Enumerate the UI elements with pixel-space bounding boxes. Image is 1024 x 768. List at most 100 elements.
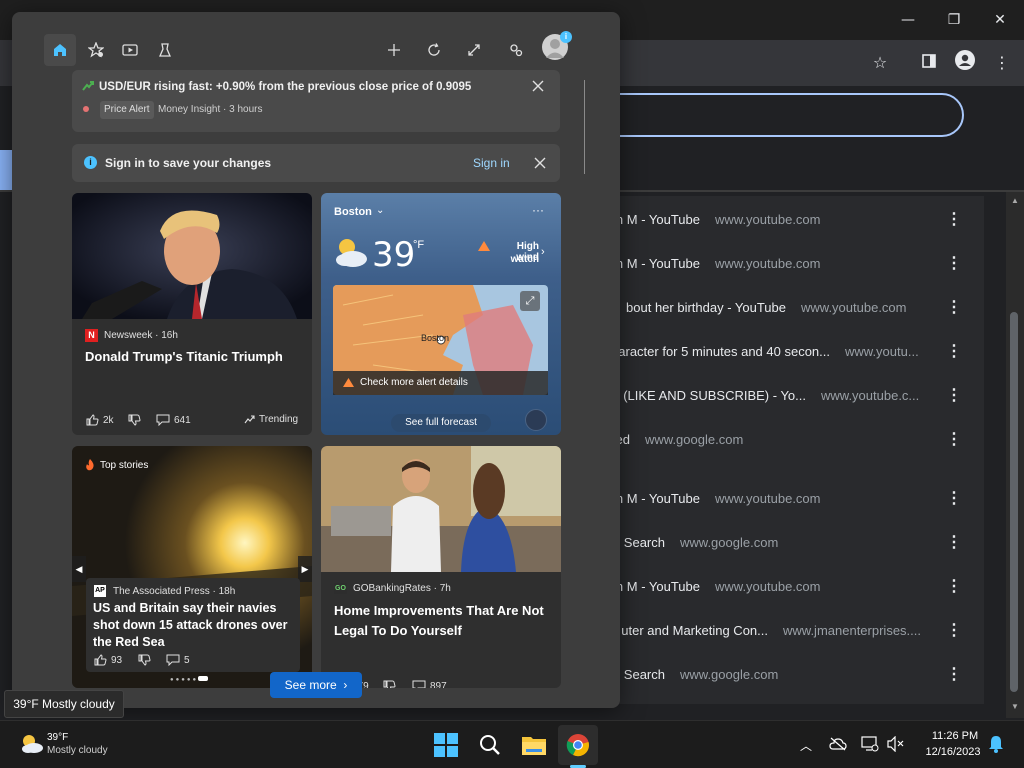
history-row[interactable]: n M - YouTube www.youtube.com ⋮ [560,242,984,286]
chrome-scrollbar[interactable]: ▲ ▼ [1006,192,1024,718]
history-domain: www.youtube.c... [821,388,920,403]
widgets-panel: i USD/EUR rising fast: +0.90% from the p… [12,12,620,708]
volume-muted-icon[interactable] [887,736,905,752]
notification-badge: i [560,31,572,43]
close-window-icon[interactable]: ✕ [980,6,1020,34]
weather-city[interactable]: Boston [334,206,372,218]
history-row[interactable]: haracter for 5 minutes and 40 secon... ww… [560,330,984,374]
more-options-icon[interactable]: ··· [532,203,544,217]
carousel-next-icon[interactable]: ▶ [298,556,312,582]
side-panel-icon[interactable] [916,50,942,76]
settings-icon[interactable] [500,34,532,66]
history-row[interactable]: n M - YouTube www.youtube.com ⋮ [560,477,984,521]
more-options-icon[interactable]: ⋮ [946,653,962,697]
scroll-up-icon[interactable]: ▲ [1011,196,1019,205]
games-icon[interactable] [149,34,181,66]
carousel-dots[interactable]: ●●●●● [170,676,209,683]
card-title[interactable]: Home Improvements That Are Not Legal To … [334,601,549,641]
file-explorer-icon[interactable] [518,729,550,761]
more-options-icon[interactable]: ⋮ [946,286,962,330]
more-options-icon[interactable]: ⋮ [946,330,962,374]
comment-button[interactable]: 897 [412,680,447,688]
chrome-search-box[interactable] [560,93,964,137]
history-row[interactable]: e Search www.google.com ⋮ [560,521,984,565]
alert-source: Money Insight · 3 hours [158,104,263,115]
chrome-icon[interactable] [562,729,594,761]
taskbar-weather-temp[interactable]: 39°F [47,732,68,743]
news-card-gobankingrates[interactable]: GO GOBankingRates · 7h Home Improvements… [321,446,561,688]
full-forecast-button[interactable]: See full forecast [391,414,491,432]
history-row[interactable]: n M - YouTube www.youtube.com ⋮ [560,565,984,609]
chevron-right-icon[interactable]: › [541,246,545,258]
like-button[interactable]: 93 [94,654,122,666]
search-icon[interactable] [474,729,506,761]
like-count: 93 [111,654,123,666]
comment-icon [412,680,426,688]
dislike-button[interactable] [128,414,141,426]
dislike-button[interactable] [383,680,396,688]
add-widget-icon[interactable] [378,34,410,66]
chevron-up-icon[interactable]: ︿ [800,737,812,754]
chrome-menu-icon[interactable]: ⋮ [989,50,1015,76]
history-row[interactable]: bout her birthday - YouTube www.youtube.c… [560,286,984,330]
history-row[interactable]: n M - YouTube www.youtube.com ⋮ [560,198,984,242]
more-options-icon[interactable]: ⋮ [946,521,962,565]
like-button[interactable]: 2k [86,414,114,426]
alert-details-link[interactable]: Check more alert details [333,371,548,395]
history-row[interactable]: uter and Marketing Con... www.jmanenterpr… [560,609,984,653]
clock-time[interactable]: 11:26 PM [930,730,980,742]
taskbar-weather-desc[interactable]: Mostly cloudy [47,745,108,756]
card-title[interactable]: US and Britain say their navies shot dow… [93,600,298,651]
home-icon[interactable] [44,34,76,66]
more-options-icon[interactable]: ⋮ [946,477,962,521]
gobankingrates-logo-icon: GO [334,583,347,594]
see-more-button[interactable]: See more › [270,672,362,698]
more-options-icon[interactable]: ⋮ [946,418,962,462]
network-icon[interactable] [861,736,879,752]
history-row[interactable]: e Search www.google.com ⋮ [560,653,984,697]
panel-scrollbar[interactable] [584,80,585,174]
minimize-icon[interactable]: — [888,6,928,34]
partly-cloudy-icon[interactable] [20,733,44,755]
more-options-icon[interactable]: ⋮ [946,565,962,609]
thumbs-down-icon [138,654,151,666]
more-options-icon[interactable]: ⋮ [946,374,962,418]
scroll-down-icon[interactable]: ▼ [1011,702,1019,711]
cloud-off-icon[interactable] [829,737,847,751]
expand-map-icon[interactable]: ⤢ [520,291,540,311]
notification-bell-icon[interactable] [988,735,1004,753]
dislike-button[interactable] [138,654,151,666]
start-icon[interactable] [430,729,462,761]
news-card-newsweek[interactable]: N Newsweek · 16h Donald Trump's Titanic … [72,193,312,435]
signin-link[interactable]: Sign in [473,156,510,170]
comment-button[interactable]: 641 [156,414,191,426]
more-options-icon[interactable]: ⋮ [946,198,962,242]
clock-date[interactable]: 12/16/2023 [918,746,988,758]
close-icon[interactable] [530,78,546,94]
chrome-scroll-thumb[interactable] [1010,312,1018,692]
trending-text: Trending [259,414,299,425]
chevron-down-icon[interactable]: ⌄ [376,205,384,216]
assistant-icon[interactable] [525,409,547,431]
thumbs-up-icon [86,414,99,426]
video-icon[interactable] [114,34,146,66]
comment-button[interactable]: 5 [166,654,190,666]
history-row[interactable]: One (LIKE AND SUBSCRIBE) - Yo... www.yout… [560,374,984,418]
wind-alert-line2[interactable]: watch [493,254,539,265]
close-icon[interactable] [532,155,548,171]
price-alert-banner[interactable]: USD/EUR rising fast: +0.90% from the pre… [72,70,560,132]
refresh-icon[interactable] [418,34,450,66]
bookmark-star-icon[interactable]: ☆ [867,50,893,76]
signin-text: Sign in to save your changes [105,156,272,170]
expand-icon[interactable] [458,34,490,66]
more-options-icon[interactable]: ⋮ [946,609,962,653]
card-title[interactable]: Donald Trump's Titanic Triumph [85,347,305,367]
history-row[interactable]: ed www.google.com ⋮ [560,418,984,462]
carousel-prev-icon[interactable]: ◀ [72,556,86,582]
profile-icon[interactable] [952,50,978,76]
favorites-icon[interactable] [80,34,112,66]
more-options-icon[interactable]: ⋮ [946,242,962,286]
weather-card[interactable]: Boston ⌄ ··· 39 °F High wind watch › Bos… [321,193,561,435]
news-card-ap[interactable]: Top stories ◀ ▶ AP The Associated Press … [72,446,312,688]
restore-icon[interactable]: ❐ [934,6,974,34]
